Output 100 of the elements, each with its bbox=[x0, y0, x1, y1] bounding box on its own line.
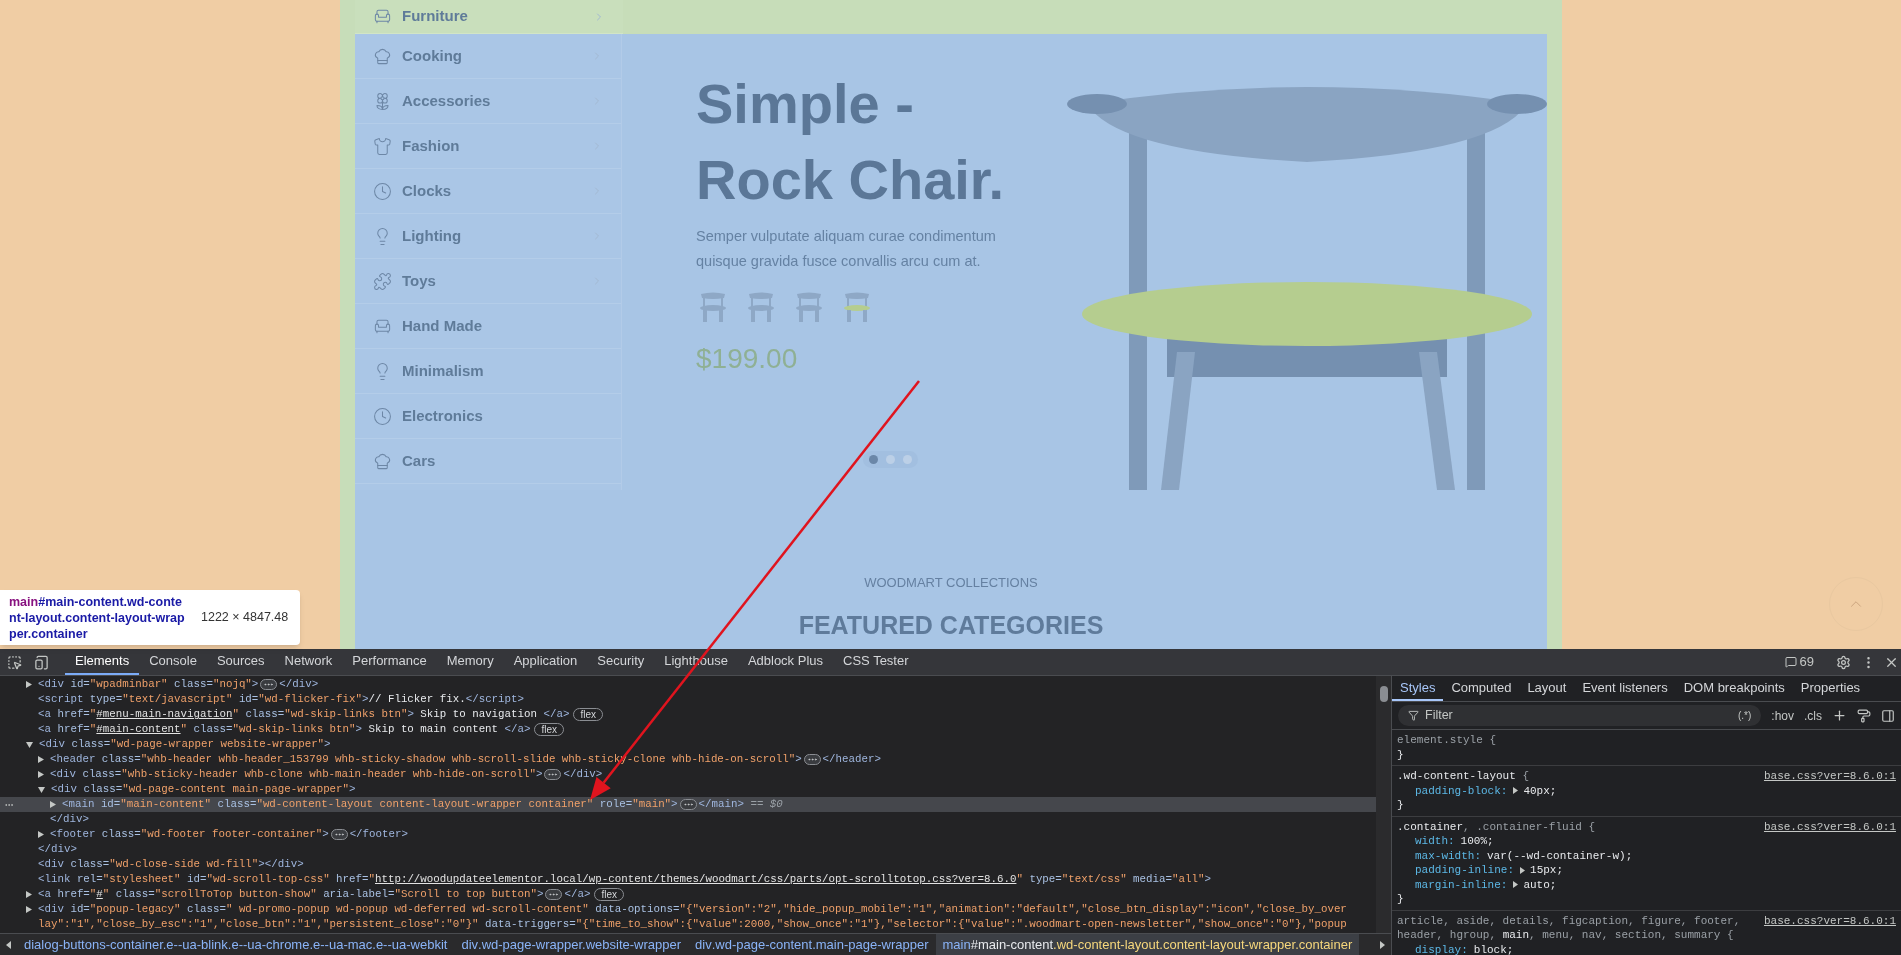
property-name[interactable]: padding-inline: bbox=[1415, 863, 1515, 878]
collapsed-content-button[interactable] bbox=[803, 754, 821, 765]
sidebar-toggle-icon[interactable] bbox=[1881, 708, 1895, 723]
hover-state-toggle[interactable]: :hov bbox=[1771, 706, 1794, 725]
collapsed-content-button[interactable] bbox=[679, 799, 697, 810]
code-text: <link rel="stylesheet" id="wd-scroll-top-css" href="http://woodupdateelementor.local/wp-content/themes/woodmart/css/parts/opt-scrolltotop.css?ver=8.6.0" type="text/css" media="all"> bbox=[38, 872, 1211, 888]
add-rule-icon[interactable] bbox=[1832, 708, 1847, 723]
property-value[interactable]: var(--wd-container-w); bbox=[1487, 848, 1633, 863]
element-selector: main#main-content.wd-content-layout.content-layout-wrapper.container bbox=[9, 593, 186, 642]
rule-close-brace: } bbox=[1397, 893, 1404, 905]
scroll-left-icon[interactable] bbox=[6, 940, 11, 949]
rule-selector: element.style { bbox=[1397, 733, 1497, 748]
styles-tab[interactable]: Styles bbox=[1392, 676, 1444, 701]
property-value[interactable]: 40px; bbox=[1523, 783, 1557, 798]
paint-roller-icon[interactable] bbox=[1857, 708, 1871, 723]
rule-source-link[interactable]: base.css?ver=8.6.0:1 bbox=[1763, 819, 1896, 834]
property-name[interactable]: margin-inline: bbox=[1415, 877, 1508, 892]
clock-icon bbox=[373, 406, 392, 426]
armchair-icon bbox=[373, 7, 392, 26]
class-toggle[interactable]: .cls bbox=[1804, 706, 1822, 725]
collapsed-triangle-icon[interactable] bbox=[26, 906, 32, 913]
category-label: Cooking bbox=[402, 45, 463, 66]
styles-tab[interactable]: DOM breakpoints bbox=[1675, 676, 1793, 701]
shirt-icon bbox=[373, 136, 392, 156]
styles-tab[interactable]: Layout bbox=[1519, 676, 1575, 701]
devtools-tab[interactable]: Console bbox=[139, 649, 207, 675]
collapsed-content-button[interactable] bbox=[260, 679, 278, 690]
regex-toggle[interactable]: (.*) bbox=[1737, 708, 1752, 723]
property-value[interactable]: auto; bbox=[1523, 877, 1557, 892]
expand-value-icon[interactable] bbox=[1513, 787, 1519, 795]
scroll-right-icon[interactable] bbox=[1380, 940, 1385, 949]
property-name[interactable]: display: bbox=[1415, 942, 1468, 955]
devtools-tab[interactable]: Application bbox=[503, 649, 588, 675]
device-toggle-icon[interactable] bbox=[34, 654, 49, 670]
category-label: Lighting bbox=[402, 225, 463, 246]
rule-source-link[interactable]: base.css?ver=8.6.0:1 bbox=[1763, 769, 1896, 784]
collapsed-content-button[interactable] bbox=[545, 889, 563, 900]
breadcrumb-item[interactable]: dialog-buttons-container.e--ua-blink.e--ua-chrome.e--ua-mac.e--ua-webkit bbox=[17, 934, 455, 955]
hero-title: Simple - bbox=[696, 71, 915, 137]
code-text: </div> bbox=[563, 767, 603, 783]
code-text: </div> bbox=[38, 842, 77, 858]
rule-close-brace: } bbox=[1397, 799, 1404, 811]
collapsed-triangle-icon[interactable] bbox=[26, 891, 32, 898]
devtools-tab[interactable]: Security bbox=[587, 649, 655, 675]
filter-field[interactable]: Filter (.*) bbox=[1398, 705, 1762, 726]
property-value[interactable]: 15px; bbox=[1530, 863, 1564, 878]
section-subtitle: WOODMART COLLECTIONS bbox=[864, 574, 1038, 592]
code-text: </a> bbox=[564, 887, 591, 903]
collapsed-triangle-icon[interactable] bbox=[38, 771, 44, 778]
property-name[interactable]: width: bbox=[1415, 834, 1455, 849]
devtools-tab[interactable]: CSS Tester bbox=[833, 649, 919, 675]
expanded-triangle-icon[interactable] bbox=[38, 786, 45, 793]
rule-selector: article, aside, details, figcaption, figure, footer, header, hgroup, main, menu, nav, section, summary { bbox=[1397, 913, 1742, 943]
styles-tab[interactable]: Event listeners bbox=[1574, 676, 1676, 701]
rule-selector: .container, .container-fluid { bbox=[1397, 819, 1596, 834]
property-name[interactable]: padding-block: bbox=[1415, 783, 1508, 798]
rule-source-link[interactable]: base.css?ver=8.6.0:1 bbox=[1763, 913, 1896, 943]
expand-value-icon[interactable] bbox=[1513, 881, 1519, 889]
code-text: <div id="popup-legacy" class=" wd-promo-popup wd-popup wd-deferred wd-scroll-content" data-options="{"version":"2","hide_popup_mobile":"1","animation":"default","close_btn_display":"icon","close_by_over bbox=[38, 902, 1347, 918]
expanded-triangle-icon[interactable] bbox=[26, 741, 33, 748]
collapsed-triangle-icon[interactable] bbox=[38, 831, 44, 838]
devtools-tab[interactable]: Performance bbox=[342, 649, 437, 675]
breadcrumb-item[interactable]: div.wd-page-wrapper.website-wrapper bbox=[454, 934, 689, 955]
code-text: </footer> bbox=[349, 827, 408, 843]
settings-icon[interactable] bbox=[1836, 654, 1851, 670]
collapsed-content-button[interactable] bbox=[544, 769, 562, 780]
collapsed-triangle-icon[interactable] bbox=[38, 756, 44, 763]
devtools-tab[interactable]: Adblock Plus bbox=[737, 649, 834, 675]
code-text: </header> bbox=[822, 752, 881, 768]
devtools-tab[interactable]: Memory bbox=[436, 649, 504, 675]
issues-icon[interactable] bbox=[1784, 656, 1797, 668]
code-text: </div> bbox=[50, 812, 89, 828]
code-text: <div class="wd-page-content main-page-wrapper"> bbox=[51, 782, 356, 798]
issues-count: 69 bbox=[1799, 653, 1814, 672]
property-value[interactable]: block; bbox=[1473, 942, 1514, 955]
chef-hat-icon bbox=[373, 46, 392, 66]
inspect-icon[interactable] bbox=[7, 654, 22, 670]
element-size: 1222 × 4847.48 bbox=[201, 609, 289, 627]
scrollbar-thumb[interactable] bbox=[1379, 686, 1388, 702]
code-text: <div class="wd-page-wrapper website-wrapper"> bbox=[39, 737, 331, 753]
code-text: </div> bbox=[279, 677, 319, 693]
property-value[interactable]: 100%; bbox=[1460, 834, 1494, 849]
styles-tab[interactable]: Computed bbox=[1443, 676, 1520, 701]
category-label: Hand Made bbox=[402, 315, 483, 336]
code-text: <div class="whb-sticky-header whb-clone whb-main-header whb-hide-on-scroll"> bbox=[50, 767, 543, 783]
selected-node-row[interactable]: <main id="main-content" class="wd-content-layout content-layout-wrapper container" role="main"> </main> == $0 bbox=[0, 797, 1376, 812]
filter-icon bbox=[1408, 710, 1419, 721]
rule-close-brace: } bbox=[1397, 748, 1404, 761]
styles-tab[interactable]: Properties bbox=[1792, 676, 1869, 701]
section-title: FEATURED CATEGORIES bbox=[798, 609, 1104, 641]
breadcrumb-item[interactable]: div.wd-page-content.main-page-wrapper bbox=[688, 934, 936, 955]
category-label: Clocks bbox=[402, 180, 453, 201]
collapsed-triangle-icon[interactable] bbox=[26, 681, 32, 688]
breadcrumb-item[interactable]: main#main-content.wd-content-layout.content-layout-wrapper.container bbox=[935, 934, 1360, 955]
devtools-tab[interactable]: Network bbox=[274, 649, 343, 675]
property-name[interactable]: max-width: bbox=[1415, 848, 1481, 863]
collapsed-content-button[interactable] bbox=[330, 829, 348, 840]
collapsed-triangle-icon[interactable] bbox=[50, 801, 56, 808]
devtools-tab[interactable]: Sources bbox=[206, 649, 275, 675]
expand-value-icon[interactable] bbox=[1520, 866, 1526, 874]
